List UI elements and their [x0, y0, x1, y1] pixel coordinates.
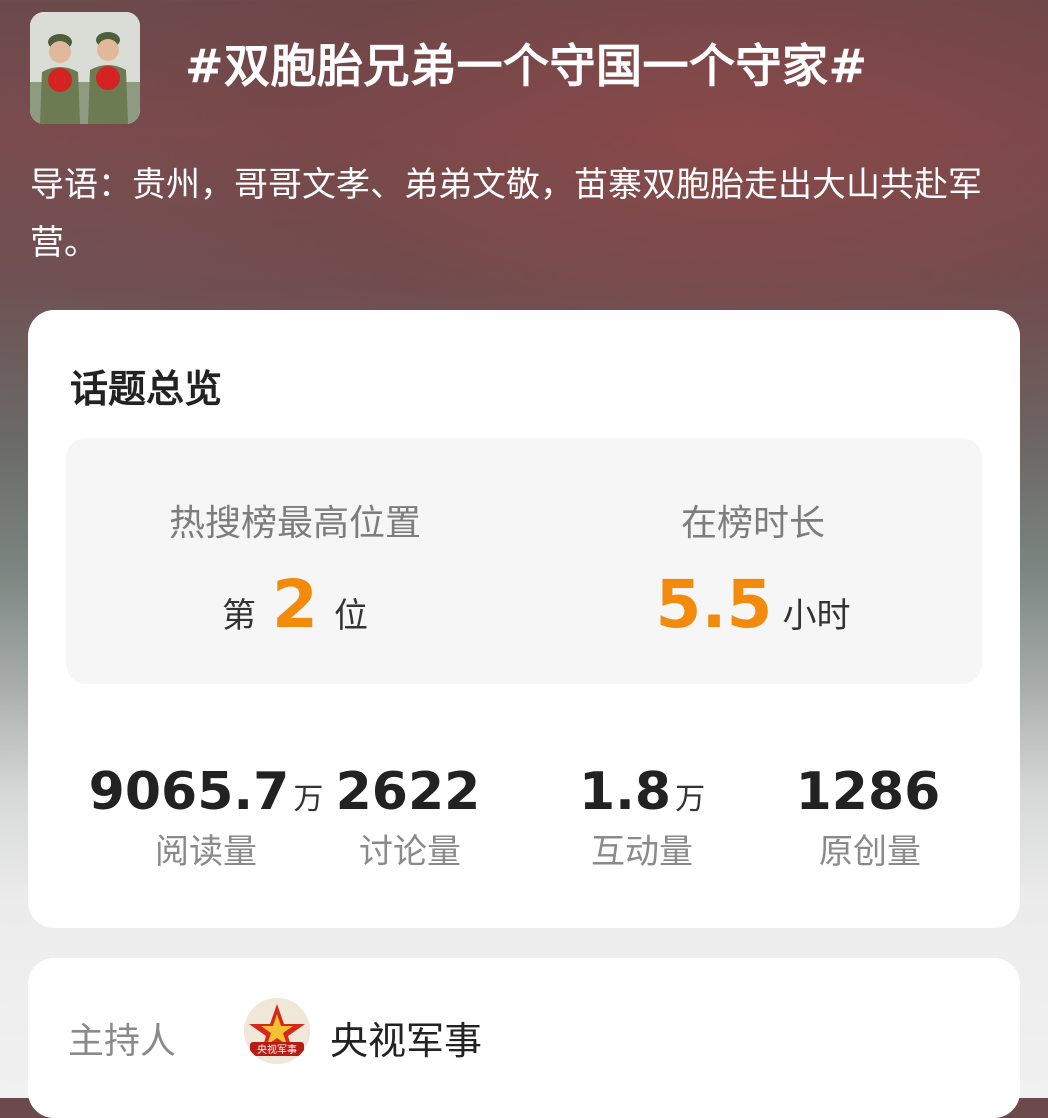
topic-guide: 导语：贵州，哥哥文孝、弟弟文敬，苗寨双胞胎走出大山共赴军营。 — [30, 165, 982, 263]
stat-originals-label: 原创量 — [819, 832, 921, 872]
stat-originals-value: 1286 — [750, 762, 990, 822]
duration-value: 5.5 小时 — [524, 566, 982, 646]
duration-label: 在榜时长 — [680, 503, 825, 544]
duration-unit: 小时 — [782, 596, 851, 636]
host-avatar[interactable]: 央视军事 — [244, 998, 310, 1064]
topic-cover-image[interactable] — [30, 12, 140, 124]
stat-discussions-label: 讨论量 — [359, 832, 461, 872]
peak-rank-number: 2 — [272, 566, 318, 643]
topic-overview-card: 话题总览 热搜榜最高位置 第 2 位 在榜时长 5.5 小时 9065.7 万 阅… — [28, 310, 1020, 928]
peak-rank-block: 热搜榜最高位置 第 2 位 — [66, 438, 524, 684]
stat-interactions-number: 1.8 — [578, 762, 672, 822]
stat-discussions: 2622 讨论量 — [290, 762, 530, 873]
stat-reads-number: 9065.7 — [88, 762, 290, 822]
soldiers-photo-icon — [30, 12, 140, 124]
host-name[interactable]: 央视军事 — [330, 1010, 482, 1065]
topic-header: #双胞胎兄弟一个守国一个守家# 导语：贵州，哥哥文孝、弟弟文敬，苗寨双胞胎走出大… — [0, 0, 1048, 300]
cctv-military-logo-icon: 央视军事 — [244, 998, 310, 1064]
duration-block: 在榜时长 5.5 小时 — [524, 438, 982, 684]
stat-discussions-number: 2622 — [335, 762, 481, 822]
host-label: 主持人 — [68, 1021, 177, 1062]
stat-interactions-label: 互动量 — [591, 832, 693, 872]
topic-stats: 9065.7 万 阅读量 2622 讨论量 1.8 万 互动量 1286 原创量 — [28, 762, 1020, 882]
peak-rank-prefix: 第 — [222, 596, 257, 636]
stat-originals: 1286 原创量 — [750, 762, 990, 873]
stat-originals-number: 1286 — [795, 762, 941, 822]
rank-summary-box: 热搜榜最高位置 第 2 位 在榜时长 5.5 小时 — [66, 438, 982, 684]
topic-title: #双胞胎兄弟一个守国一个守家# — [185, 39, 868, 93]
overview-title: 话题总览 — [70, 367, 223, 411]
host-avatar-badge-text: 央视军事 — [257, 1043, 297, 1056]
stat-interactions-value: 1.8 万 — [522, 762, 762, 822]
duration-number: 5.5 — [655, 566, 773, 643]
stat-interactions: 1.8 万 互动量 — [522, 762, 762, 873]
peak-rank-label: 热搜榜最高位置 — [168, 503, 421, 544]
peak-rank-suffix: 位 — [333, 596, 368, 636]
peak-rank-value: 第 2 位 — [66, 566, 524, 646]
stat-discussions-value: 2622 — [290, 762, 530, 822]
host-card: 主持人 央视军事 央视军事 — [28, 958, 1020, 1118]
stat-interactions-unit: 万 — [675, 782, 706, 817]
